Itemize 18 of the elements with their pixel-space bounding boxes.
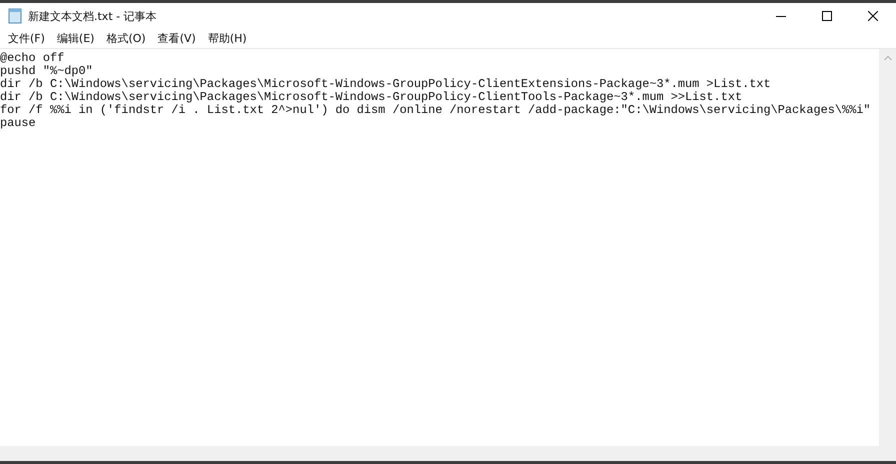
window-title: 新建文本文档.txt - 记事本 <box>28 8 157 24</box>
code-line: pause <box>0 117 36 130</box>
vertical-scrollbar[interactable] <box>879 49 896 446</box>
code-line: pushd "%~dp0" <box>0 65 93 78</box>
code-line: @echo off <box>0 52 64 65</box>
menu-item[interactable]: 格式(O) <box>100 31 152 46</box>
menu-item[interactable]: 编辑(E) <box>50 31 100 46</box>
horizontal-scrollbar[interactable] <box>0 446 896 461</box>
menu-item[interactable]: 文件(F) <box>2 31 51 46</box>
code-line: for /f %%i in ('findstr /i . List.txt 2^>nul') do dism /online /norestart /add-package:"C:\Windows\servicing\Packages\%%i" <box>0 104 871 117</box>
code-line: dir /b C:\Windows\servicing\Packages\Microsoft-Windows-GroupPolicy-ClientTools-Package~3*.mum >>List.txt <box>0 91 742 104</box>
close-icon <box>868 11 878 21</box>
menu-item[interactable]: 查看(V) <box>152 31 202 46</box>
menu-item[interactable]: 帮助(H) <box>202 31 253 46</box>
code-line: dir /b C:\Windows\servicing\Packages\Microsoft-Windows-GroupPolicy-ClientExtensions-Package~3*.mum >List.txt <box>0 78 771 91</box>
notepad-icon <box>8 8 22 24</box>
scroll-up-icon[interactable] <box>884 55 892 61</box>
maximize-icon <box>822 11 832 21</box>
